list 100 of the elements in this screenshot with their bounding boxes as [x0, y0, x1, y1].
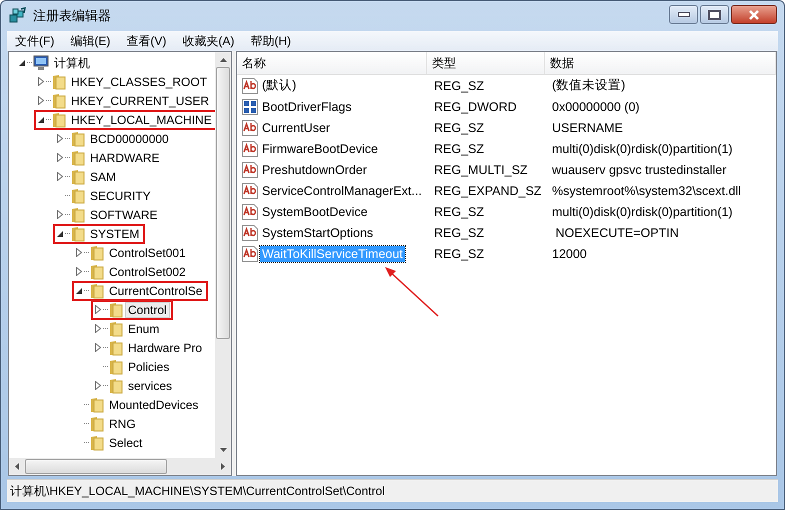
folder-icon — [90, 282, 104, 298]
tree-item[interactable]: Control — [125, 302, 170, 318]
horizontal-scrollbar[interactable] — [9, 458, 231, 475]
tree-item[interactable]: HKEY_LOCAL_MACHINE — [68, 112, 215, 128]
collapsed-triangle-icon[interactable] — [56, 172, 64, 181]
collapsed-triangle-icon[interactable] — [94, 324, 102, 333]
tree-item[interactable]: MountedDevices — [106, 396, 202, 412]
value-type: REG_SZ — [434, 78, 484, 92]
value-type: REG_SZ — [434, 120, 484, 134]
value-name[interactable]: PreshutdownOrder — [260, 162, 369, 178]
tree-item[interactable]: Hardware Pro — [125, 340, 206, 356]
collapsed-triangle-icon[interactable] — [56, 153, 64, 162]
value-name[interactable]: ServiceControlManagerExt... — [260, 182, 424, 198]
folder-icon — [90, 416, 104, 432]
collapsed-triangle-icon[interactable] — [94, 343, 102, 352]
folder-icon — [71, 168, 85, 184]
tree-item[interactable]: SYSTEM — [87, 226, 142, 242]
expanded-triangle-icon[interactable] — [75, 286, 83, 294]
value-type: REG_SZ — [434, 246, 484, 260]
expanded-triangle-icon[interactable] — [37, 116, 45, 124]
value-data: multi(0)disk(0)rdisk(0)partition(1) — [552, 204, 733, 218]
string-value-icon — [242, 224, 258, 240]
column-header[interactable]: 名称 — [237, 52, 427, 74]
folder-icon — [71, 130, 85, 146]
vertical-scrollbar[interactable] — [215, 52, 231, 458]
value-data: wuauserv gpsvc trustedinstaller — [552, 162, 726, 176]
value-data: USERNAME — [552, 120, 623, 134]
tree-item[interactable]: SECURITY — [87, 188, 154, 204]
value-type: REG_SZ — [434, 204, 484, 218]
folder-icon — [71, 206, 85, 222]
scroll-up-icon[interactable] — [220, 58, 226, 62]
scroll-down-icon[interactable] — [220, 448, 226, 452]
tree-item[interactable]: BCD00000000 — [87, 130, 172, 146]
registry-cubes-icon — [9, 7, 27, 25]
menu-item[interactable]: 编辑(E) — [62, 31, 118, 51]
menu-item[interactable]: 帮助(H) — [242, 31, 299, 51]
maximize-button[interactable] — [700, 5, 729, 24]
folder-icon — [109, 358, 123, 374]
minimize-button[interactable] — [669, 5, 698, 24]
value-name[interactable]: (默认) — [260, 76, 298, 95]
folder-icon — [109, 378, 123, 394]
string-value-icon — [242, 120, 258, 136]
value-name[interactable]: SystemBootDevice — [260, 204, 370, 220]
tree-item[interactable]: 计算机 — [51, 54, 93, 70]
string-value-icon — [242, 162, 258, 178]
collapsed-triangle-icon[interactable] — [37, 96, 45, 105]
tree-item[interactable]: ControlSet002 — [106, 264, 189, 280]
folder-icon — [109, 320, 123, 336]
value-name[interactable]: FirmwareBootDevice — [260, 140, 380, 156]
folder-icon — [52, 92, 66, 108]
folder-icon — [71, 150, 85, 166]
string-value-icon — [242, 78, 258, 94]
tree-item[interactable]: Policies — [125, 358, 172, 374]
folder-icon — [109, 302, 123, 318]
scroll-right-icon[interactable] — [221, 463, 225, 470]
string-value-icon — [242, 246, 258, 262]
value-data: 0x00000000 (0) — [552, 100, 640, 114]
column-header[interactable]: 类型 — [427, 52, 545, 74]
close-icon — [747, 10, 761, 20]
folder-icon — [90, 244, 104, 260]
tree-item[interactable]: CurrentControlSe — [106, 282, 206, 298]
tree-item[interactable]: HKEY_CLASSES_ROOT — [68, 74, 210, 90]
value-data: NOEXECUTE=OPTIN — [554, 226, 679, 240]
value-name[interactable]: CurrentUser — [260, 120, 332, 136]
scroll-left-icon[interactable] — [15, 463, 19, 470]
value-data: 12000 — [552, 246, 587, 260]
collapsed-triangle-icon[interactable] — [37, 77, 45, 86]
value-name[interactable]: BootDriverFlags — [260, 98, 354, 114]
folder-icon — [109, 340, 123, 356]
column-header[interactable]: 数据 — [545, 52, 776, 74]
folder-icon — [90, 396, 104, 412]
tree-item[interactable]: SOFTWARE — [87, 206, 161, 222]
tree-item[interactable]: SAM — [87, 168, 120, 184]
value-name[interactable]: SystemStartOptions — [260, 224, 376, 240]
collapsed-triangle-icon[interactable] — [75, 248, 83, 257]
tree-item[interactable]: RNG — [106, 416, 139, 432]
tree-item[interactable]: Enum — [125, 320, 162, 336]
tree-item[interactable]: ControlSet001 — [106, 244, 189, 260]
expanded-triangle-icon[interactable] — [18, 58, 26, 66]
collapsed-triangle-icon[interactable] — [75, 267, 83, 276]
collapsed-triangle-icon[interactable] — [56, 210, 64, 219]
window-title: 注册表编辑器 — [33, 7, 111, 25]
folder-icon — [90, 264, 104, 280]
collapsed-triangle-icon[interactable] — [56, 134, 64, 143]
menu-item[interactable]: 收藏夹(A) — [174, 31, 242, 51]
value-type: REG_SZ — [434, 142, 484, 156]
value-data: (数值未设置) — [552, 77, 626, 94]
value-type: REG_DWORD — [434, 100, 517, 114]
close-button[interactable] — [731, 5, 777, 24]
tree-item[interactable]: services — [125, 378, 176, 394]
collapsed-triangle-icon[interactable] — [94, 305, 102, 314]
collapsed-triangle-icon[interactable] — [94, 381, 102, 390]
tree-item[interactable]: Select — [106, 434, 146, 450]
tree-item[interactable]: HARDWARE — [87, 150, 163, 166]
binary-value-icon — [242, 98, 258, 114]
tree-item[interactable]: HKEY_CURRENT_USER — [68, 92, 212, 108]
folder-icon — [52, 112, 66, 128]
menu-item[interactable]: 查看(V) — [118, 31, 174, 51]
expanded-triangle-icon[interactable] — [56, 230, 64, 238]
menu-item[interactable]: 文件(F) — [7, 31, 62, 51]
